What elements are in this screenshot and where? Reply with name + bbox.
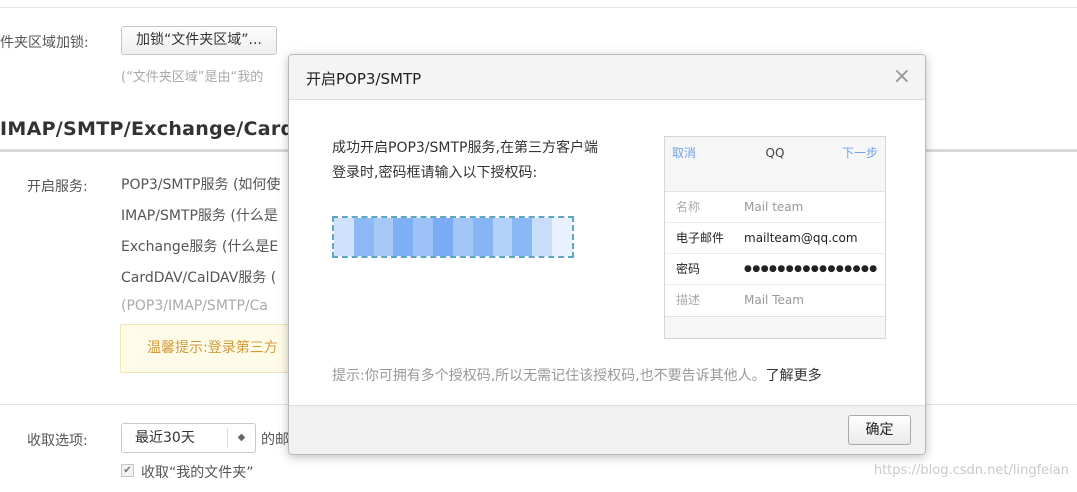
phone-row-value: mailteam@qq.com: [744, 231, 858, 245]
lock-folder-button[interactable]: 加锁“文件夹区域”...: [121, 26, 277, 55]
receive-folder-label: 收取“我的文件夹”: [141, 465, 254, 481]
confirm-button[interactable]: 确定: [848, 415, 911, 445]
code-blur-block: [452, 218, 473, 256]
description-line-2: 登录时,密码框请输入以下授权码:: [332, 165, 538, 181]
section-title: IMAP/SMTP/Exchange/Card: [0, 118, 295, 140]
phone-row-value: Mail Team: [744, 293, 804, 307]
folder-lock-label: 件夹区域加锁:: [0, 35, 89, 51]
phone-row-key: 描述: [676, 293, 701, 307]
receive-range-select[interactable]: 最近30天 ◆: [121, 423, 256, 453]
services-label: 开启服务:: [27, 179, 88, 195]
dialog-tip: 提示:你可拥有多个授权码,所以无需记住该授权码,也不要告诉其他人。了解更多: [332, 365, 822, 385]
phone-next: 下一步: [841, 146, 878, 160]
services-note: (POP3/IMAP/SMTP/Ca: [121, 298, 268, 314]
dialog-title: 开启POP3/SMTP: [306, 70, 422, 88]
tip-text: 提示:你可拥有多个授权码,所以无需记住该授权码,也不要告诉其他人。: [332, 368, 766, 384]
code-blur-block: [472, 218, 493, 256]
phone-row-name: 名称 Mail team: [665, 192, 885, 223]
phone-row-email: 电子邮件 mailteam@qq.com: [665, 223, 885, 254]
dialog-header: 开启POP3/SMTP ×: [289, 55, 925, 100]
service-carddav: CardDAV/CalDAV服务 (: [121, 270, 277, 286]
phone-form: 名称 Mail team 电子邮件 mailteam@qq.com 密码 ●●●…: [665, 191, 885, 317]
phone-top-bar: 取消 QQ 下一步: [665, 137, 885, 169]
code-blur-block: [373, 218, 394, 256]
code-blur-block: [393, 218, 414, 256]
dialog-description: 成功开启POP3/SMTP服务,在第三方客户端 登录时,密码框请输入以下授权码:: [332, 136, 632, 186]
select-arrow-icon: ◆: [227, 428, 255, 448]
pop3-smtp-dialog: 开启POP3/SMTP × 成功开启POP3/SMTP服务,在第三方客户端 登录…: [288, 54, 926, 455]
service-pop3: POP3/SMTP服务 (如何使: [121, 177, 281, 193]
code-blur-block: [512, 218, 533, 256]
code-blur-block: [433, 218, 453, 256]
code-blur-block: [353, 218, 374, 256]
service-imap: IMAP/SMTP服务 (什么是: [121, 208, 278, 224]
watermark: https://blog.csdn.net/lingfeian: [873, 463, 1069, 478]
top-divider: [0, 7, 1077, 8]
phone-row-password: 密码 ●●●●●●●●●●●●●●●●: [665, 254, 885, 285]
receive-folder-checkbox[interactable]: ✔: [121, 464, 134, 477]
folder-lock-hint: (“文件夹区域”是由“我的: [121, 70, 264, 85]
phone-row-key: 密码: [676, 262, 701, 276]
code-blur-block: [334, 218, 354, 256]
receive-suffix: 的邮: [261, 432, 289, 448]
receive-label: 收取选项:: [27, 433, 88, 449]
select-value: 最近30天: [135, 430, 195, 446]
phone-row-value: Mail team: [744, 200, 804, 214]
code-blur-block: [532, 218, 553, 256]
code-blur-block: [552, 218, 572, 256]
phone-row-key: 名称: [676, 200, 701, 214]
dialog-footer: 确定: [289, 405, 925, 454]
authorization-code-blurred: [334, 218, 572, 256]
learn-more-link[interactable]: 了解更多: [766, 368, 822, 384]
code-blur-block: [413, 218, 434, 256]
phone-row-description: 描述 Mail Team: [665, 285, 885, 316]
description-line-1: 成功开启POP3/SMTP服务,在第三方客户端: [332, 140, 598, 156]
phone-row-key: 电子邮件: [676, 231, 725, 245]
authorization-code-box[interactable]: [332, 216, 574, 258]
close-icon[interactable]: ×: [893, 65, 911, 89]
code-blur-block: [492, 218, 513, 256]
phone-config-illustration: 取消 QQ 下一步 名称 Mail team 电子邮件 mailteam@qq.…: [664, 136, 886, 339]
service-exchange: Exchange服务 (什么是E: [121, 239, 279, 255]
phone-row-value: ●●●●●●●●●●●●●●●●: [744, 264, 878, 274]
